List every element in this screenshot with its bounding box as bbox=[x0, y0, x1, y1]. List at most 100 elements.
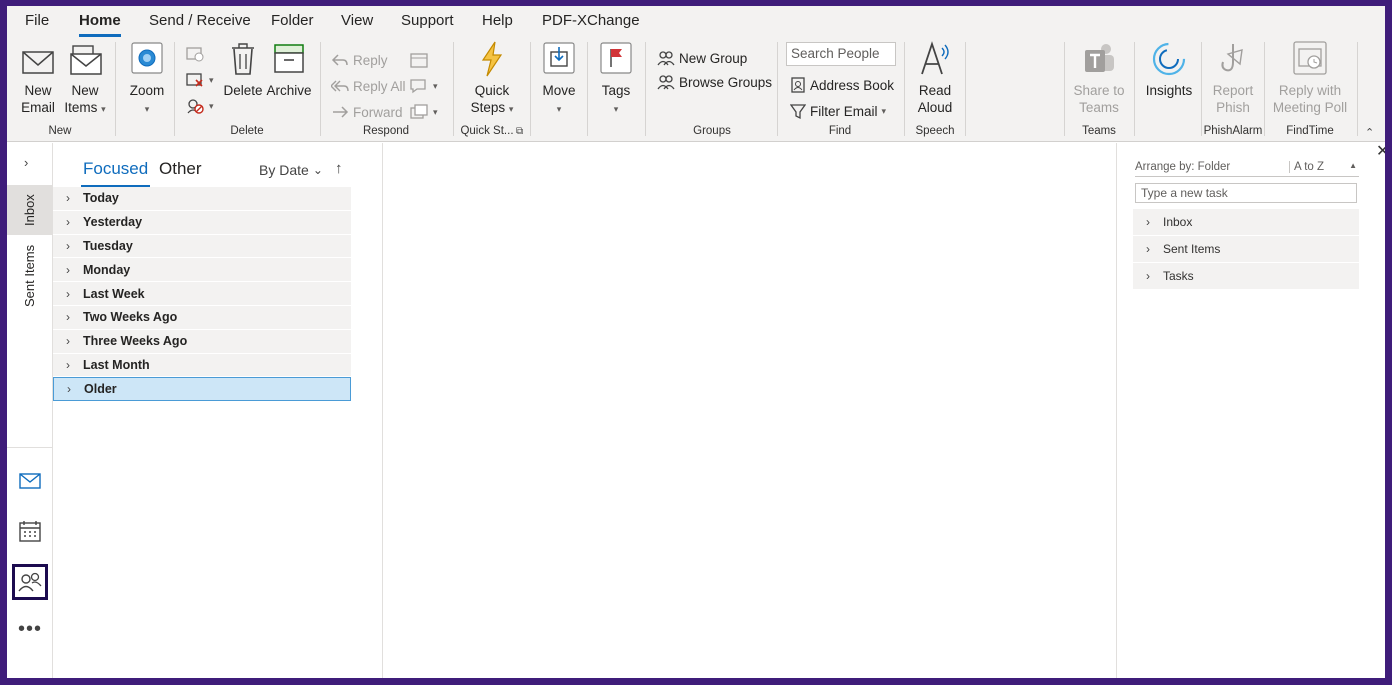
message-list-pane: Focused Other By Date ⌄ ↑ › Today › Yester… bbox=[53, 143, 383, 678]
chevron-down-icon: ▾ bbox=[433, 80, 438, 91]
insights-button[interactable]: Insights bbox=[1141, 40, 1197, 99]
reading-pane bbox=[383, 143, 1117, 678]
menu-send-receive[interactable]: Send / Receive bbox=[149, 12, 251, 29]
search-people-input[interactable]: Search People bbox=[786, 42, 896, 66]
sort-direction-arrow-icon[interactable]: ↑ bbox=[335, 160, 343, 177]
new-items-button[interactable]: New Items ▾ bbox=[61, 40, 109, 118]
close-icon[interactable]: ✕ bbox=[1376, 141, 1385, 161]
people-nav-button[interactable] bbox=[12, 564, 48, 600]
tab-focused[interactable]: Focused bbox=[80, 159, 151, 187]
archive-button[interactable]: Archive bbox=[266, 40, 312, 99]
list-item-selected[interactable]: › Older bbox=[53, 377, 351, 402]
chevron-down-icon: ▾ bbox=[209, 100, 214, 111]
list-item[interactable]: › Last Week bbox=[53, 282, 351, 306]
mail-icon bbox=[19, 473, 41, 489]
arrange-by-header[interactable]: Arrange by: Folder A to Z ▲ bbox=[1135, 161, 1359, 177]
rail-tab-inbox[interactable]: Inbox bbox=[7, 185, 52, 235]
list-item[interactable]: › Two Weeks Ago bbox=[53, 305, 351, 330]
clean-up-button[interactable]: ▾ bbox=[185, 70, 214, 90]
menu-help[interactable]: Help bbox=[482, 12, 513, 29]
rail-tab-sent-items[interactable]: Sent Items bbox=[7, 239, 52, 313]
group-label-findtime: FindTime bbox=[1286, 125, 1334, 137]
more-icon: ••• bbox=[17, 617, 42, 640]
group-label-speech: Speech bbox=[915, 125, 955, 137]
ribbon-divider bbox=[904, 42, 905, 136]
ribbon-divider bbox=[453, 42, 454, 136]
menu-bar: File Home Send / Receive Folder View Sup… bbox=[7, 6, 1385, 38]
lightning-icon bbox=[481, 41, 503, 77]
chevron-down-icon: ▾ bbox=[556, 104, 562, 114]
ribbon-divider bbox=[965, 42, 966, 136]
forward-button[interactable]: Forward bbox=[331, 102, 403, 122]
menu-view[interactable]: View bbox=[341, 12, 373, 29]
tab-other[interactable]: Other bbox=[159, 159, 202, 179]
calendar-icon bbox=[19, 521, 41, 542]
im-button[interactable]: ▾ bbox=[409, 76, 438, 96]
list-item[interactable]: › Monday bbox=[53, 258, 351, 283]
reply-button[interactable]: Reply bbox=[331, 50, 388, 70]
todo-pane: ✕ Arrange by: Folder A to Z ▲ Type a new … bbox=[1117, 143, 1385, 678]
menu-file[interactable]: File bbox=[25, 12, 49, 29]
sort-order[interactable]: A to Z ▲ bbox=[1289, 161, 1359, 173]
address-book-button[interactable]: Address Book bbox=[790, 75, 894, 95]
new-task-input[interactable]: Type a new task bbox=[1135, 183, 1357, 203]
meeting-button[interactable] bbox=[409, 50, 429, 70]
sort-dropdown[interactable]: By Date ⌄ bbox=[259, 162, 323, 178]
menu-folder[interactable]: Folder bbox=[271, 12, 314, 29]
more-respond-button[interactable]: ▾ bbox=[409, 102, 438, 122]
chat-icon bbox=[410, 79, 426, 94]
list-item[interactable]: › Yesterday bbox=[53, 210, 351, 235]
new-group-button[interactable]: New Group bbox=[657, 48, 747, 68]
forward-icon bbox=[333, 106, 349, 118]
list-item[interactable]: › Today bbox=[53, 187, 351, 211]
collapse-ribbon-icon[interactable]: ⌃ bbox=[1365, 126, 1374, 139]
zoom-button[interactable]: Zoom ▾ bbox=[126, 40, 168, 118]
dialog-launcher-icon[interactable]: ⧉ bbox=[516, 126, 523, 137]
quick-steps-button[interactable]: Quick Steps ▾ bbox=[464, 40, 520, 118]
navigation-rail: › Inbox Sent Items ••• bbox=[7, 143, 53, 678]
group-label-new: New bbox=[48, 125, 72, 137]
ribbon-divider bbox=[1064, 42, 1065, 136]
share-to-teams-button[interactable]: Share to Teams bbox=[1071, 40, 1127, 116]
list-item[interactable]: › Inbox bbox=[1133, 209, 1359, 236]
junk-button[interactable]: ▾ bbox=[185, 96, 214, 116]
chevron-right-icon: › bbox=[66, 357, 70, 372]
ribbon: New Email New Items ▾ New Zoom ▾ ▾ ▾ Del… bbox=[7, 38, 1385, 142]
list-item[interactable]: › Tuesday bbox=[53, 234, 351, 259]
reply-with-meeting-poll-button[interactable]: Reply with Meeting Poll bbox=[1271, 40, 1349, 116]
teams-icon bbox=[1085, 44, 1114, 72]
list-item[interactable]: › Three Weeks Ago bbox=[53, 329, 351, 354]
read-aloud-icon bbox=[921, 41, 949, 75]
ribbon-divider bbox=[1134, 42, 1135, 136]
list-item[interactable]: › Tasks bbox=[1133, 263, 1359, 290]
todo-folders: › Inbox › Sent Items › Tasks bbox=[1133, 209, 1359, 290]
list-item[interactable]: › Sent Items bbox=[1133, 236, 1359, 263]
menu-home[interactable]: Home bbox=[79, 12, 121, 37]
clean-up-icon bbox=[186, 73, 203, 87]
list-item[interactable]: › Last Month bbox=[53, 353, 351, 378]
delete-button[interactable]: Delete bbox=[222, 40, 264, 99]
menu-support[interactable]: Support bbox=[401, 12, 454, 29]
group-label-quick-steps: Quick St... bbox=[460, 125, 514, 137]
read-aloud-button[interactable]: Read Aloud bbox=[912, 40, 958, 116]
filter-email-button[interactable]: Filter Email ▾ bbox=[790, 101, 886, 121]
envelope-icon bbox=[22, 51, 54, 74]
move-button[interactable]: Move ▾ bbox=[539, 40, 579, 118]
ignore-button[interactable] bbox=[185, 44, 205, 64]
reply-all-button[interactable]: Reply All bbox=[331, 76, 406, 96]
chevron-right-icon[interactable]: › bbox=[24, 155, 28, 170]
more-apps-button[interactable]: ••• bbox=[16, 615, 44, 643]
menu-pdf-xchange[interactable]: PDF-XChange bbox=[542, 12, 640, 29]
ribbon-divider bbox=[587, 42, 588, 136]
chevron-right-icon: › bbox=[66, 286, 70, 301]
tags-button[interactable]: Tags ▾ bbox=[597, 40, 635, 118]
mail-nav-button[interactable] bbox=[16, 467, 44, 495]
browse-groups-button[interactable]: Browse Groups bbox=[657, 72, 772, 92]
phish-hook-icon bbox=[1221, 44, 1243, 72]
calendar-nav-button[interactable] bbox=[16, 517, 44, 545]
trash-icon bbox=[232, 43, 254, 75]
new-email-button[interactable]: New Email bbox=[17, 40, 59, 116]
chevron-right-icon: › bbox=[66, 310, 70, 325]
insights-icon bbox=[1152, 42, 1186, 76]
report-phish-button[interactable]: Report Phish bbox=[1205, 40, 1261, 116]
